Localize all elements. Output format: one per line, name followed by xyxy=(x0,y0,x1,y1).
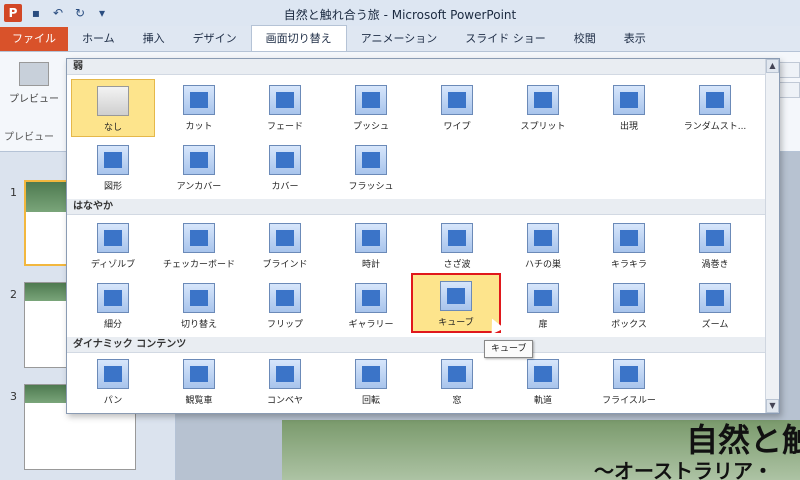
blinds-icon xyxy=(269,223,301,253)
transition-cut[interactable]: カット xyxy=(157,79,241,137)
dissolve-icon xyxy=(97,223,129,253)
transition-window[interactable]: 窓 xyxy=(415,353,499,411)
transition-flip[interactable]: フリップ xyxy=(243,277,327,335)
transition-ferris-wheel[interactable]: 観覧車 xyxy=(157,353,241,411)
preview-button[interactable]: プレビュー xyxy=(6,56,62,126)
gallery-icon xyxy=(355,283,387,313)
transition-none[interactable]: なし xyxy=(71,79,155,137)
tab-home[interactable]: ホーム xyxy=(68,27,129,51)
transition-conveyor[interactable]: コンベヤ xyxy=(243,353,327,411)
wipe-icon xyxy=(441,85,473,115)
slide-subtitle: ～オーストラリア・ xyxy=(594,459,773,480)
transition-pan[interactable]: パン xyxy=(71,353,155,411)
flash-icon xyxy=(355,145,387,175)
transition-checkerboard[interactable]: チェッカーボード xyxy=(157,217,241,275)
tab-file[interactable]: ファイル xyxy=(0,27,68,51)
transition-doors[interactable]: 扉 xyxy=(501,277,585,335)
doors-icon xyxy=(527,283,559,313)
transition-blinds[interactable]: ブラインド xyxy=(243,217,327,275)
transition-flash[interactable]: フラッシュ xyxy=(329,139,413,197)
ferris-wheel-icon xyxy=(183,359,215,389)
transition-dissolve[interactable]: ディゾルブ xyxy=(71,217,155,275)
glitter-icon xyxy=(613,223,645,253)
scroll-up-icon[interactable]: ▲ xyxy=(766,59,779,73)
shape-icon xyxy=(97,145,129,175)
flip-icon xyxy=(269,283,301,313)
scroll-down-icon[interactable]: ▼ xyxy=(766,399,779,413)
transition-ripple[interactable]: さざ波 xyxy=(415,217,499,275)
slide-number: 1 xyxy=(10,186,17,199)
gallery-scrollbar[interactable]: ▲ ▼ xyxy=(765,59,779,413)
zoom-icon xyxy=(699,283,731,313)
transition-zoom[interactable]: ズーム xyxy=(673,277,757,335)
push-icon xyxy=(355,85,387,115)
transition-rotate[interactable]: 回転 xyxy=(329,353,413,411)
tab-view[interactable]: 表示 xyxy=(610,27,660,51)
transition-honeycomb[interactable]: ハチの巣 xyxy=(501,217,585,275)
transition-switch[interactable]: 切り替え xyxy=(157,277,241,335)
none-icon xyxy=(97,86,129,116)
transition-reveal[interactable]: 出現 xyxy=(587,79,671,137)
cover-icon xyxy=(269,145,301,175)
ripple-icon xyxy=(441,223,473,253)
transition-gallery-item[interactable]: ギャラリー xyxy=(329,277,413,335)
tooltip: キューブ xyxy=(484,340,534,358)
reveal-icon xyxy=(613,85,645,115)
tab-insert[interactable]: 挿入 xyxy=(129,27,179,51)
transition-box[interactable]: ボックス xyxy=(587,277,671,335)
window-title: 自然と触れ合う旅 - Microsoft PowerPoint xyxy=(283,8,517,22)
tab-design[interactable]: デザイン xyxy=(179,27,251,51)
window-icon xyxy=(441,359,473,389)
transition-cover[interactable]: カバー xyxy=(243,139,327,197)
fly-through-icon xyxy=(613,359,645,389)
transition-gallery: 弱 なし カット フェード プッシュ ワイプ スプリット 出現 ランダムスト..… xyxy=(66,58,780,414)
preview-icon xyxy=(19,62,49,86)
ribbon-tabs: ファイル ホーム 挿入 デザイン 画面切り替え アニメーション スライド ショー… xyxy=(0,25,800,52)
split-icon xyxy=(527,85,559,115)
slide-number: 2 xyxy=(10,288,17,301)
title-bar: P ▪ ↶ ↻ ▾ 自然と触れ合う旅 - Microsoft PowerPoin… xyxy=(0,0,800,26)
rotate-icon xyxy=(355,359,387,389)
pan-icon xyxy=(97,359,129,389)
transition-shape[interactable]: 図形 xyxy=(71,139,155,197)
transition-split[interactable]: スプリット xyxy=(501,79,585,137)
transition-shred[interactable]: 細分 xyxy=(71,277,155,335)
transition-fade[interactable]: フェード xyxy=(243,79,327,137)
conveyor-icon xyxy=(269,359,301,389)
honeycomb-icon xyxy=(527,223,559,253)
gallery-section-dynamic-content: ダイナミック コンテンツ xyxy=(67,337,765,353)
tab-animations[interactable]: アニメーション xyxy=(347,27,452,51)
transition-wipe[interactable]: ワイプ xyxy=(415,79,499,137)
transition-clock[interactable]: 時計 xyxy=(329,217,413,275)
switch-icon xyxy=(183,283,215,313)
cut-icon xyxy=(183,85,215,115)
transition-random-bars[interactable]: ランダムスト... xyxy=(673,79,757,137)
tab-slideshow[interactable]: スライド ショー xyxy=(451,27,560,51)
transition-vortex[interactable]: 渦巻き xyxy=(673,217,757,275)
preview-group-label: プレビュー xyxy=(4,132,54,143)
transition-uncover[interactable]: アンカバー xyxy=(157,139,241,197)
box-icon xyxy=(613,283,645,313)
cube-icon xyxy=(440,281,472,311)
transition-glitter[interactable]: キラキラ xyxy=(587,217,671,275)
uncover-icon xyxy=(183,145,215,175)
tab-review[interactable]: 校閲 xyxy=(560,27,610,51)
shred-icon xyxy=(97,283,129,313)
transition-fly-through[interactable]: フライスルー xyxy=(587,353,671,411)
gallery-section-subtle: 弱 xyxy=(67,59,765,75)
random-bars-icon xyxy=(699,85,731,115)
transition-push[interactable]: プッシュ xyxy=(329,79,413,137)
checkerboard-icon xyxy=(183,223,215,253)
slide-number: 3 xyxy=(10,390,17,403)
orbit-icon xyxy=(527,359,559,389)
tab-transitions[interactable]: 画面切り替え xyxy=(250,25,347,51)
clock-icon xyxy=(355,223,387,253)
transition-orbit[interactable]: 軌道 xyxy=(501,353,585,411)
gallery-section-exciting: はなやか xyxy=(67,199,765,215)
preview-label: プレビュー xyxy=(9,94,59,105)
vortex-icon xyxy=(699,223,731,253)
fade-icon xyxy=(269,85,301,115)
